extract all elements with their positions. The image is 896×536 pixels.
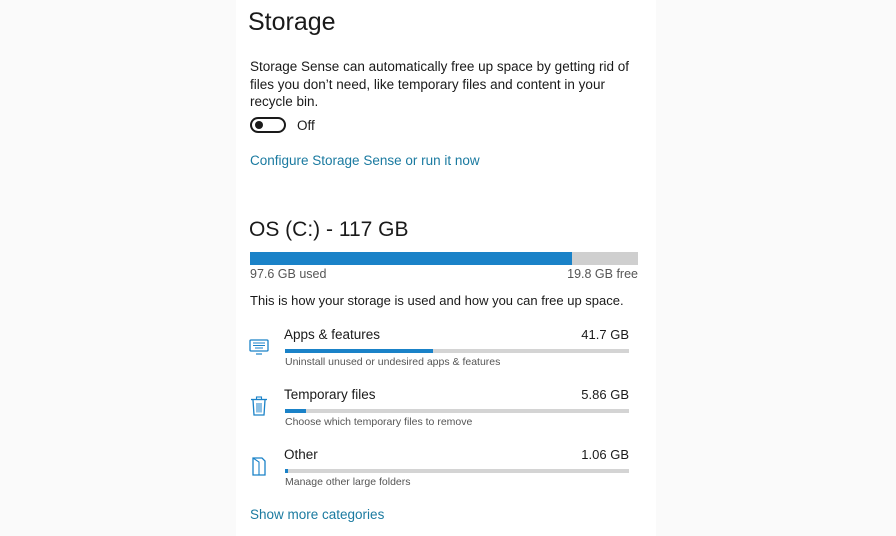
category-subtitle: Manage other large folders (285, 476, 411, 488)
toggle-knob (255, 121, 263, 129)
configure-storage-sense-link[interactable]: Configure Storage Sense or run it now (250, 153, 480, 168)
drive-usage-bar-fill (250, 252, 573, 265)
page-title: Storage (248, 8, 336, 36)
trash-icon (248, 395, 270, 417)
storage-sense-toggle-row: Off (250, 117, 315, 133)
category-name: Apps & features (284, 327, 381, 342)
category-size: 5.86 GB (581, 387, 629, 402)
category-usage-bar-fill (285, 469, 289, 473)
category-usage-bar (285, 349, 629, 353)
category-usage-bar-fill (285, 349, 433, 353)
drive-title: OS (C:) - 117 GB (249, 218, 409, 241)
category-usage-bar (285, 409, 629, 413)
category-other[interactable]: Other 1.06 GB Manage other large folders (248, 447, 632, 503)
category-name: Temporary files (284, 387, 376, 402)
storage-sense-description: Storage Sense can automatically free up … (250, 59, 629, 109)
category-usage-bar (285, 469, 629, 473)
category-subtitle: Choose which temporary files to remove (285, 416, 473, 428)
drive-usage-bar (250, 252, 638, 265)
category-subtitle: Uninstall unused or undesired apps & fea… (285, 356, 501, 368)
free-space-label: 19.8 GB free (567, 267, 638, 281)
apps-keyboard-icon (248, 335, 270, 357)
folder-icon (248, 455, 270, 477)
category-temporary-files[interactable]: Temporary files 5.86 GB Choose which tem… (248, 387, 632, 443)
toggle-state-label: Off (297, 117, 315, 133)
used-space-label: 97.6 GB used (250, 267, 327, 281)
category-usage-bar-fill (285, 409, 306, 413)
category-name: Other (284, 447, 318, 462)
show-more-categories-link[interactable]: Show more categories (250, 507, 384, 522)
category-apps-features[interactable]: Apps & features 41.7 GB Uninstall unused… (248, 327, 632, 383)
usage-intro: This is how your storage is used and how… (250, 293, 624, 308)
settings-page: Storage Storage Sense can automatically … (0, 0, 896, 536)
category-size: 41.7 GB (581, 327, 629, 342)
storage-sense-toggle[interactable] (250, 117, 286, 133)
category-size: 1.06 GB (581, 447, 629, 462)
